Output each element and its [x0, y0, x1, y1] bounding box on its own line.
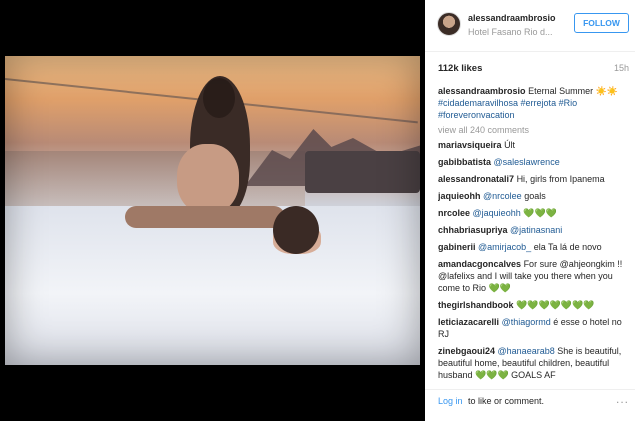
comment-username[interactable]: zinebgaoui24 [438, 346, 495, 356]
comment-item: zinebgaoui24 @hanaearab8 She is beautifu… [438, 345, 628, 381]
comment-username[interactable]: thegirlshandbook [438, 300, 514, 310]
caption-username[interactable]: alessandraambrosio [438, 86, 526, 96]
comment-text: Hi, girls from Ipanema [516, 174, 605, 184]
comment-item: amandacgoncalves For sure @ahjeongkim !!… [438, 258, 628, 294]
comment-username[interactable]: jaquieohh [438, 191, 481, 201]
avatar[interactable] [437, 12, 461, 36]
comment-mention[interactable]: @nrcolee [483, 191, 522, 201]
comment-item: thegirlshandbook 💚💚💚💚💚💚💚 [438, 299, 628, 311]
comments-list: alessandraambrosio Eternal Summer ☀️☀️ #… [438, 85, 628, 383]
comment-username[interactable]: mariavsiqueira [438, 140, 502, 150]
comment-mention[interactable]: @thiagormd [502, 317, 551, 327]
comment-item: nrcolee @jaquieohh 💚💚💚 [438, 207, 628, 219]
comment-mention[interactable]: @amirjacob_ [478, 242, 531, 252]
comment-item: leticiazacarelli @thiagormd é esse o hot… [438, 316, 628, 340]
post-caption: alessandraambrosio Eternal Summer ☀️☀️ #… [438, 85, 628, 121]
view-all-comments-link[interactable]: view all 240 comments [438, 124, 628, 136]
login-prompt-text: to like or comment. [468, 396, 545, 406]
comment-username[interactable]: gabinerii [438, 242, 476, 252]
comment-item: gabibbatista @saleslawrence [438, 156, 628, 168]
comment-text: goals [524, 191, 546, 201]
post-footer: Log in to like or comment. ... [425, 389, 635, 421]
comment-username[interactable]: amandacgoncalves [438, 259, 521, 269]
comment-text: 💚💚💚💚💚💚💚 [516, 300, 595, 310]
comment-item: gabinerii @amirjacob_ ela Ta lá de novo [438, 241, 628, 253]
post-sidebar: alessandraambrosio Hotel Fasano Rio d...… [425, 0, 635, 421]
caption-hashtags[interactable]: #cidademaravilhosa #errejota #Rio #forev… [438, 98, 577, 120]
comment-mention[interactable]: @hanaearab8 [498, 346, 555, 356]
comment-text: Últ [504, 140, 516, 150]
comment-text: 💚💚💚 [523, 208, 557, 218]
likes-count[interactable]: 112k likes [438, 63, 482, 74]
post-photo [5, 56, 420, 365]
comment-username[interactable]: alessandronatali7 [438, 174, 514, 184]
caption-text: Eternal Summer ☀️☀️ [528, 86, 618, 96]
comment-mention[interactable]: @jatinasnani [510, 225, 562, 235]
comment-username[interactable]: nrcolee [438, 208, 470, 218]
comment-item: mariavsiqueira Últ [438, 139, 628, 151]
more-options-icon[interactable]: ... [616, 392, 629, 406]
comment-username[interactable]: chhabriasupriya [438, 225, 508, 235]
media-panel [0, 0, 425, 421]
comment-username[interactable]: gabibbatista [438, 157, 491, 167]
post-header: alessandraambrosio Hotel Fasano Rio d...… [425, 0, 635, 52]
post-location[interactable]: Hotel Fasano Rio d... [468, 27, 553, 37]
comment-username[interactable]: leticiazacarelli [438, 317, 499, 327]
comment-item: alessandronatali7 Hi, girls from Ipanema [438, 173, 628, 185]
post-time[interactable]: 15h [614, 63, 629, 73]
login-link[interactable]: Log in [438, 396, 463, 406]
comment-text: ela Ta lá de novo [533, 242, 602, 252]
comment-mention[interactable]: @jaquieohh [473, 208, 521, 218]
comment-item: jaquieohh @nrcolee goals [438, 190, 628, 202]
comment-mention[interactable]: @saleslawrence [494, 157, 560, 167]
follow-button[interactable]: FOLLOW [574, 13, 629, 33]
post-username[interactable]: alessandraambrosio [468, 13, 556, 23]
comment-item: chhabriasupriya @jatinasnani [438, 224, 628, 236]
post-stats: 112k likes 15h [438, 63, 629, 77]
